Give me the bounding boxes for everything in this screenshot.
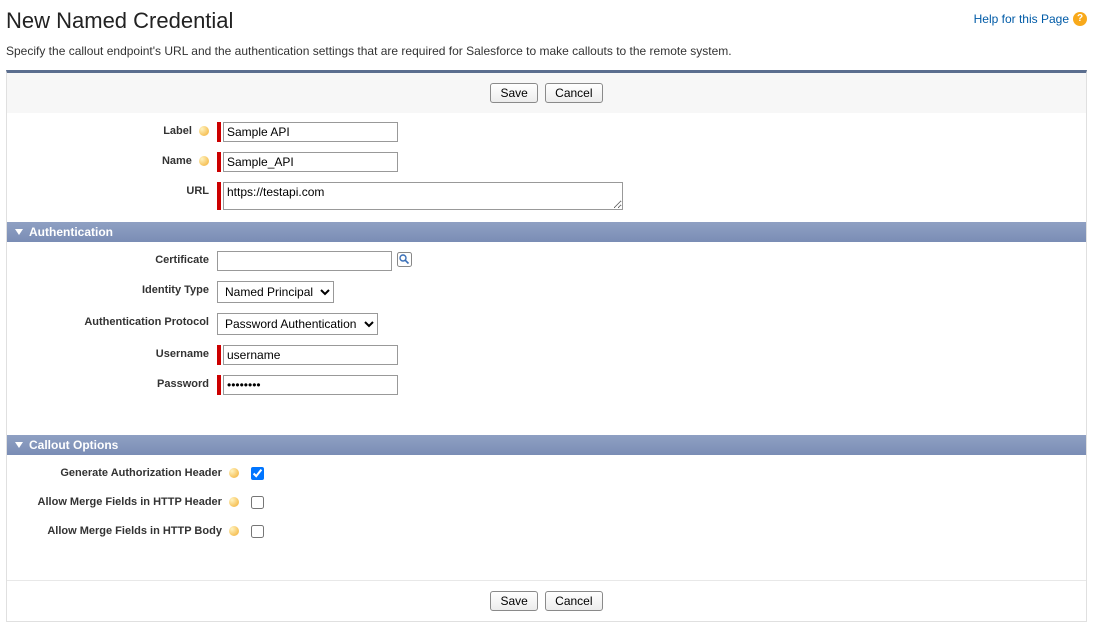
url-label: URL bbox=[7, 182, 217, 197]
merge-header-checkbox[interactable] bbox=[251, 496, 264, 509]
section-header-callout[interactable]: Callout Options bbox=[7, 434, 1086, 455]
info-icon[interactable] bbox=[229, 468, 239, 478]
info-icon[interactable] bbox=[229, 497, 239, 507]
page-description: Specify the callout endpoint's URL and t… bbox=[6, 44, 1087, 58]
gen-auth-header-checkbox[interactable] bbox=[251, 467, 264, 480]
chevron-down-icon bbox=[15, 442, 23, 448]
lookup-icon[interactable] bbox=[396, 251, 412, 267]
auth-protocol-label: Authentication Protocol bbox=[7, 313, 217, 328]
cancel-button[interactable]: Cancel bbox=[545, 83, 602, 103]
required-indicator bbox=[217, 122, 221, 142]
help-link-label: Help for this Page bbox=[974, 12, 1069, 26]
name-label: Name bbox=[7, 152, 217, 167]
help-icon: ? bbox=[1073, 12, 1087, 26]
certificate-input[interactable] bbox=[217, 251, 392, 271]
info-icon[interactable] bbox=[199, 156, 209, 166]
info-icon[interactable] bbox=[229, 526, 239, 536]
cancel-button-bottom[interactable]: Cancel bbox=[545, 591, 602, 611]
url-input[interactable]: <span></span> bbox=[223, 182, 623, 210]
section-title-auth: Authentication bbox=[29, 225, 113, 239]
page-title: New Named Credential bbox=[6, 8, 233, 34]
chevron-down-icon bbox=[15, 229, 23, 235]
required-indicator bbox=[217, 182, 221, 210]
username-input[interactable] bbox=[223, 345, 398, 365]
help-link[interactable]: Help for this Page ? bbox=[974, 12, 1087, 26]
username-label: Username bbox=[7, 345, 217, 360]
identity-type-select[interactable]: Named Principal bbox=[217, 281, 334, 303]
required-indicator bbox=[217, 375, 221, 395]
form-panel: Save Cancel Label Name bbox=[6, 70, 1087, 622]
label-input[interactable] bbox=[223, 122, 398, 142]
merge-body-label: Allow Merge Fields in HTTP Body bbox=[7, 522, 247, 537]
button-bar-top: Save Cancel bbox=[7, 73, 1086, 113]
section-header-auth[interactable]: Authentication bbox=[7, 221, 1086, 242]
password-label: Password bbox=[7, 375, 217, 390]
merge-body-checkbox[interactable] bbox=[251, 525, 264, 538]
save-button-bottom[interactable]: Save bbox=[490, 591, 537, 611]
certificate-label: Certificate bbox=[7, 251, 217, 266]
gen-auth-header-label: Generate Authorization Header bbox=[7, 464, 247, 479]
save-button[interactable]: Save bbox=[490, 83, 537, 103]
required-indicator bbox=[217, 152, 221, 172]
merge-header-label: Allow Merge Fields in HTTP Header bbox=[7, 493, 247, 508]
button-bar-bottom: Save Cancel bbox=[7, 580, 1086, 621]
password-input[interactable] bbox=[223, 375, 398, 395]
required-indicator bbox=[217, 345, 221, 365]
info-icon[interactable] bbox=[199, 126, 209, 136]
identity-type-label: Identity Type bbox=[7, 281, 217, 296]
name-input[interactable] bbox=[223, 152, 398, 172]
label-label: Label bbox=[7, 122, 217, 137]
auth-protocol-select[interactable]: Password Authentication bbox=[217, 313, 378, 335]
section-title-callout: Callout Options bbox=[29, 438, 118, 452]
